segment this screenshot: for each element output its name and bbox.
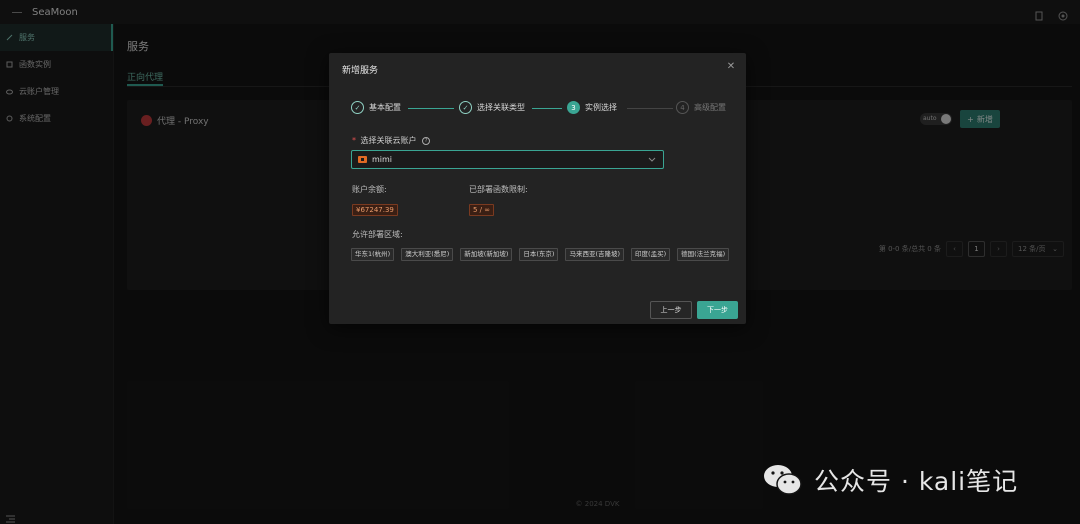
step-instance-select: 3 实例选择 xyxy=(567,101,617,114)
watermark: 公众号 · kali笔记 xyxy=(762,462,1018,498)
region-tags: 华东1(杭州) 澳大利亚(悉尼) 新加坡(新加坡) 日本(东京) 马来西亚(吉隆… xyxy=(351,248,730,261)
help-icon[interactable]: ? xyxy=(422,136,431,145)
region-tag: 马来西亚(吉隆坡) xyxy=(565,248,625,261)
step-connector xyxy=(408,108,454,109)
step-link-type: ✓ 选择关联类型 xyxy=(459,101,525,114)
previous-step-button[interactable]: 上一步 xyxy=(650,301,692,319)
balance-value: ¥67247.39 xyxy=(352,204,398,216)
account-label-text: 选择关联云账户 xyxy=(360,136,417,145)
step-number: 4 xyxy=(676,101,689,114)
watermark-text: 公众号 · kali笔记 xyxy=(814,467,1019,496)
close-icon[interactable]: ✕ xyxy=(726,62,736,72)
limit-value: 5 / ∞ xyxy=(469,204,495,216)
cloud-account-value: mimi xyxy=(372,155,393,164)
required-mark: * xyxy=(352,136,356,145)
account-field-label: * 选择关联云账户 ? xyxy=(352,135,431,146)
wechat-icon xyxy=(762,463,804,497)
step-label: 高级配置 xyxy=(694,103,726,112)
step-connector xyxy=(627,108,673,109)
region-tag: 澳大利亚(悉尼) xyxy=(401,248,454,261)
step-label: 基本配置 xyxy=(369,103,401,112)
balance-label: 账户余额: xyxy=(352,185,387,194)
region-tag: 华东1(杭州) xyxy=(351,248,395,261)
step-connector xyxy=(532,108,562,109)
step-number: 3 xyxy=(567,101,580,114)
region-tag: 印度(孟买) xyxy=(631,248,671,261)
region-tag: 日本(东京) xyxy=(519,248,559,261)
check-icon: ✓ xyxy=(351,101,364,114)
cloud-provider-icon xyxy=(358,155,367,164)
limit-label: 已部署函数限制: xyxy=(469,185,528,194)
steps: ✓ 基本配置 ✓ 选择关联类型 3 实例选择 4 高级配置 xyxy=(351,101,731,115)
next-step-button[interactable]: 下一步 xyxy=(697,301,738,319)
modal-title: 新增服务 xyxy=(342,66,379,76)
cloud-account-select[interactable]: mimi xyxy=(351,150,664,169)
step-basic-config: ✓ 基本配置 xyxy=(351,101,401,114)
new-service-modal: 新增服务 ✕ ✓ 基本配置 ✓ 选择关联类型 3 实例选择 4 高级配置 * 选… xyxy=(329,53,746,324)
step-label: 选择关联类型 xyxy=(477,103,525,112)
check-icon: ✓ xyxy=(459,101,472,114)
chevron-down-icon xyxy=(648,155,656,163)
region-tag: 新加坡(新加坡) xyxy=(460,248,513,261)
region-tag: 德国(法兰克福) xyxy=(677,248,730,261)
step-advanced-config: 4 高级配置 xyxy=(676,101,726,114)
regions-label: 允许部署区域: xyxy=(352,230,403,239)
step-label: 实例选择 xyxy=(585,103,617,112)
